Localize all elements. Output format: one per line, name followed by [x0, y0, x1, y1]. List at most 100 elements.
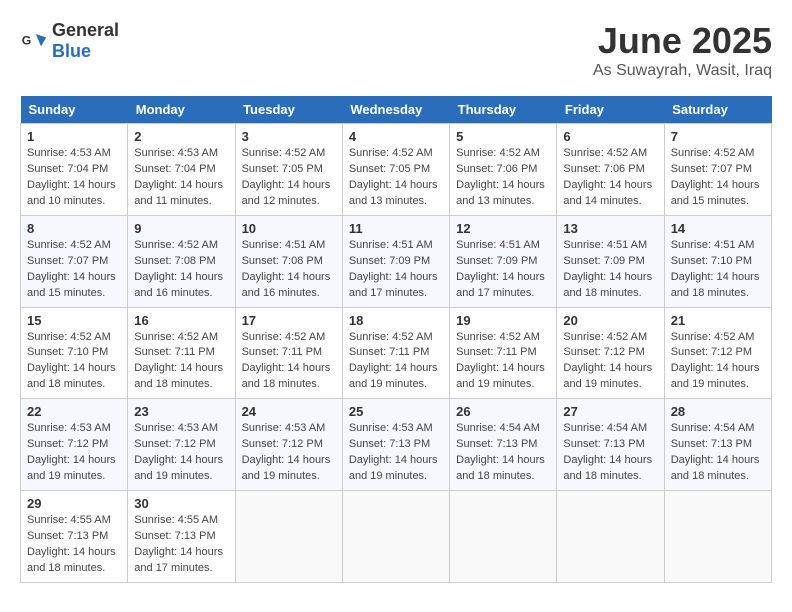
daylight-label: Daylight: 14 hours and 18 minutes. [134, 362, 223, 390]
daylight-label: Daylight: 14 hours and 19 minutes. [349, 454, 438, 482]
calendar-cell [342, 491, 449, 583]
sunset-label: Sunset: 7:06 PM [563, 163, 644, 175]
day-number: 2 [134, 129, 228, 144]
sunrise-label: Sunrise: 4:53 AM [349, 422, 433, 434]
sunrise-label: Sunrise: 4:54 AM [456, 422, 540, 434]
day-info: Sunrise: 4:53 AM Sunset: 7:13 PM Dayligh… [349, 421, 443, 485]
day-info: Sunrise: 4:52 AM Sunset: 7:10 PM Dayligh… [27, 330, 121, 394]
sunrise-label: Sunrise: 4:52 AM [134, 239, 218, 251]
sunrise-label: Sunrise: 4:54 AM [563, 422, 647, 434]
sunrise-label: Sunrise: 4:51 AM [563, 239, 647, 251]
sunset-label: Sunset: 7:06 PM [456, 163, 537, 175]
calendar-cell: 29 Sunrise: 4:55 AM Sunset: 7:13 PM Dayl… [21, 491, 128, 583]
day-number: 18 [349, 313, 443, 328]
day-number: 3 [242, 129, 336, 144]
sunrise-label: Sunrise: 4:53 AM [134, 422, 218, 434]
daylight-label: Daylight: 14 hours and 17 minutes. [349, 271, 438, 299]
calendar-cell: 28 Sunrise: 4:54 AM Sunset: 7:13 PM Dayl… [664, 399, 771, 491]
day-info: Sunrise: 4:52 AM Sunset: 7:07 PM Dayligh… [671, 146, 765, 210]
logo-wordmark: General Blue [52, 20, 119, 62]
calendar-cell: 30 Sunrise: 4:55 AM Sunset: 7:13 PM Dayl… [128, 491, 235, 583]
sunset-label: Sunset: 7:04 PM [27, 163, 108, 175]
daylight-label: Daylight: 14 hours and 15 minutes. [27, 271, 116, 299]
daylight-label: Daylight: 14 hours and 11 minutes. [134, 179, 223, 207]
sunrise-label: Sunrise: 4:52 AM [563, 331, 647, 343]
weekday-header-wednesday: Wednesday [342, 96, 449, 124]
day-number: 12 [456, 221, 550, 236]
calendar-cell: 18 Sunrise: 4:52 AM Sunset: 7:11 PM Dayl… [342, 307, 449, 399]
sunset-label: Sunset: 7:05 PM [349, 163, 430, 175]
daylight-label: Daylight: 14 hours and 17 minutes. [134, 546, 223, 574]
sunrise-label: Sunrise: 4:52 AM [27, 239, 111, 251]
sunset-label: Sunset: 7:10 PM [27, 346, 108, 358]
sunset-label: Sunset: 7:08 PM [242, 255, 323, 267]
day-info: Sunrise: 4:53 AM Sunset: 7:12 PM Dayligh… [27, 421, 121, 485]
daylight-label: Daylight: 14 hours and 17 minutes. [456, 271, 545, 299]
day-info: Sunrise: 4:52 AM Sunset: 7:07 PM Dayligh… [27, 238, 121, 302]
day-info: Sunrise: 4:52 AM Sunset: 7:06 PM Dayligh… [456, 146, 550, 210]
sunrise-label: Sunrise: 4:52 AM [242, 147, 326, 159]
day-number: 26 [456, 404, 550, 419]
day-info: Sunrise: 4:52 AM Sunset: 7:11 PM Dayligh… [456, 330, 550, 394]
sunset-label: Sunset: 7:13 PM [563, 438, 644, 450]
day-number: 15 [27, 313, 121, 328]
sunrise-label: Sunrise: 4:52 AM [27, 331, 111, 343]
day-info: Sunrise: 4:55 AM Sunset: 7:13 PM Dayligh… [27, 513, 121, 577]
daylight-label: Daylight: 14 hours and 18 minutes. [563, 271, 652, 299]
day-number: 22 [27, 404, 121, 419]
day-number: 29 [27, 496, 121, 511]
day-info: Sunrise: 4:53 AM Sunset: 7:12 PM Dayligh… [242, 421, 336, 485]
daylight-label: Daylight: 14 hours and 13 minutes. [349, 179, 438, 207]
day-info: Sunrise: 4:52 AM Sunset: 7:12 PM Dayligh… [563, 330, 657, 394]
sunset-label: Sunset: 7:11 PM [242, 346, 323, 358]
day-info: Sunrise: 4:51 AM Sunset: 7:08 PM Dayligh… [242, 238, 336, 302]
day-info: Sunrise: 4:52 AM Sunset: 7:05 PM Dayligh… [242, 146, 336, 210]
day-info: Sunrise: 4:54 AM Sunset: 7:13 PM Dayligh… [456, 421, 550, 485]
calendar-week-row: 29 Sunrise: 4:55 AM Sunset: 7:13 PM Dayl… [21, 491, 772, 583]
sunset-label: Sunset: 7:05 PM [242, 163, 323, 175]
calendar-cell: 3 Sunrise: 4:52 AM Sunset: 7:05 PM Dayli… [235, 124, 342, 216]
sunrise-label: Sunrise: 4:53 AM [242, 422, 326, 434]
day-info: Sunrise: 4:51 AM Sunset: 7:09 PM Dayligh… [349, 238, 443, 302]
day-number: 6 [563, 129, 657, 144]
sunset-label: Sunset: 7:08 PM [134, 255, 215, 267]
calendar-cell: 2 Sunrise: 4:53 AM Sunset: 7:04 PM Dayli… [128, 124, 235, 216]
sunrise-label: Sunrise: 4:53 AM [134, 147, 218, 159]
daylight-label: Daylight: 14 hours and 18 minutes. [671, 271, 760, 299]
daylight-label: Daylight: 14 hours and 19 minutes. [27, 454, 116, 482]
sunset-label: Sunset: 7:12 PM [27, 438, 108, 450]
daylight-label: Daylight: 14 hours and 16 minutes. [242, 271, 331, 299]
calendar-cell: 15 Sunrise: 4:52 AM Sunset: 7:10 PM Dayl… [21, 307, 128, 399]
sunset-label: Sunset: 7:09 PM [349, 255, 430, 267]
sunset-label: Sunset: 7:11 PM [456, 346, 537, 358]
sunset-label: Sunset: 7:12 PM [134, 438, 215, 450]
daylight-label: Daylight: 14 hours and 14 minutes. [563, 179, 652, 207]
day-info: Sunrise: 4:55 AM Sunset: 7:13 PM Dayligh… [134, 513, 228, 577]
day-number: 1 [27, 129, 121, 144]
day-number: 13 [563, 221, 657, 236]
day-info: Sunrise: 4:54 AM Sunset: 7:13 PM Dayligh… [671, 421, 765, 485]
day-info: Sunrise: 4:52 AM Sunset: 7:08 PM Dayligh… [134, 238, 228, 302]
day-number: 25 [349, 404, 443, 419]
day-number: 24 [242, 404, 336, 419]
sunset-label: Sunset: 7:04 PM [134, 163, 215, 175]
calendar-week-row: 1 Sunrise: 4:53 AM Sunset: 7:04 PM Dayli… [21, 124, 772, 216]
day-number: 8 [27, 221, 121, 236]
day-info: Sunrise: 4:51 AM Sunset: 7:09 PM Dayligh… [456, 238, 550, 302]
calendar-cell: 19 Sunrise: 4:52 AM Sunset: 7:11 PM Dayl… [450, 307, 557, 399]
calendar-cell [450, 491, 557, 583]
sunrise-label: Sunrise: 4:53 AM [27, 422, 111, 434]
daylight-label: Daylight: 14 hours and 16 minutes. [134, 271, 223, 299]
calendar-cell: 26 Sunrise: 4:54 AM Sunset: 7:13 PM Dayl… [450, 399, 557, 491]
sunset-label: Sunset: 7:07 PM [671, 163, 752, 175]
calendar-cell: 4 Sunrise: 4:52 AM Sunset: 7:05 PM Dayli… [342, 124, 449, 216]
daylight-label: Daylight: 14 hours and 19 minutes. [563, 362, 652, 390]
sunrise-label: Sunrise: 4:52 AM [563, 147, 647, 159]
sunrise-label: Sunrise: 4:52 AM [242, 331, 326, 343]
weekday-header-sunday: Sunday [21, 96, 128, 124]
weekday-header-thursday: Thursday [450, 96, 557, 124]
daylight-label: Daylight: 14 hours and 19 minutes. [671, 362, 760, 390]
calendar-cell [235, 491, 342, 583]
logo-blue-text: Blue [52, 41, 91, 61]
daylight-label: Daylight: 14 hours and 13 minutes. [456, 179, 545, 207]
